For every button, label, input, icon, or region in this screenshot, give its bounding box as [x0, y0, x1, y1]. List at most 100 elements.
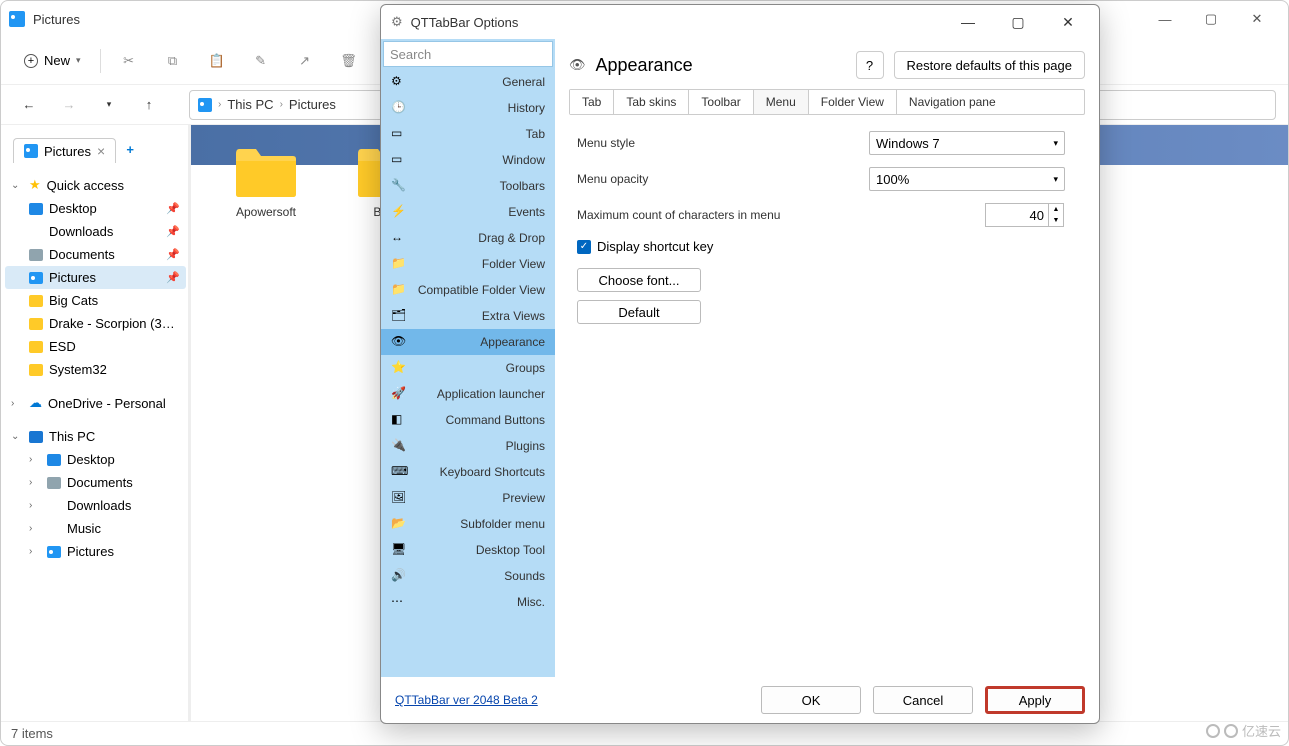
tree-onedrive[interactable]: › ☁ OneDrive - Personal [5, 391, 186, 415]
sidebar-item-toolbars[interactable]: 🔧Toolbars [381, 173, 555, 199]
rename-icon[interactable]: ✎ [241, 43, 281, 79]
dialog-minimize-button[interactable]: — [947, 8, 989, 36]
sidebar-item-window[interactable]: ▭Window [381, 147, 555, 173]
tree-item-pictures[interactable]: Pictures📌 [5, 266, 186, 289]
apply-button[interactable]: Apply [985, 686, 1085, 714]
sidebar-item-label: Command Buttons [446, 413, 545, 427]
spinner-down-icon[interactable]: ▼ [1049, 215, 1063, 226]
sidebar-item-desktop-tool[interactable]: 🖥Desktop Tool [381, 537, 555, 563]
version-link[interactable]: QTTabBar ver 2048 Beta 2 [395, 693, 749, 707]
tree-item-documents[interactable]: ›Documents [5, 471, 186, 494]
sidebar-item-icon: ⚡ [391, 204, 407, 220]
sidebar-item-icon: 🖥 [391, 542, 407, 558]
sub-tab-menu[interactable]: Menu [754, 90, 809, 114]
tree-quick-access[interactable]: ⌄ ★ Quick access [5, 173, 186, 197]
spinner-up-icon[interactable]: ▲ [1049, 204, 1063, 215]
breadcrumb-0[interactable]: This PC [227, 97, 273, 112]
search-input[interactable]: Search [383, 41, 553, 67]
tab-pictures[interactable]: Pictures × [13, 138, 116, 163]
sidebar-item-compatible-folder-view[interactable]: 📁Compatible Folder View [381, 277, 555, 303]
restore-defaults-button[interactable]: Restore defaults of this page [894, 51, 1086, 79]
tree-item-downloads[interactable]: Downloads📌 [5, 220, 186, 243]
sub-tab-tab[interactable]: Tab [570, 90, 614, 114]
sub-tab-navigation-pane[interactable]: Navigation pane [897, 90, 1008, 114]
sidebar-item-events[interactable]: ⚡Events [381, 199, 555, 225]
gear-icon: ⚙ [391, 14, 403, 30]
new-tab-button[interactable]: + [120, 139, 140, 159]
tab-close-icon[interactable]: × [97, 143, 105, 159]
sub-tab-tab-skins[interactable]: Tab skins [614, 90, 689, 114]
sidebar-item-label: Groups [506, 361, 545, 375]
help-button[interactable]: ? [856, 51, 884, 79]
tree-item-documents[interactable]: Documents📌 [5, 243, 186, 266]
sidebar-item-drag-drop[interactable]: ↔Drag & Drop [381, 225, 555, 251]
tree-item-desktop[interactable]: Desktop📌 [5, 197, 186, 220]
sidebar-item-general[interactable]: ⚙General [381, 69, 555, 95]
display-shortcut-checkbox[interactable]: ✓ [577, 240, 591, 254]
dialog-footer: QTTabBar ver 2048 Beta 2 OK Cancel Apply [381, 677, 1099, 723]
minimize-button[interactable]: — [1142, 4, 1188, 34]
folder-apowersoft[interactable]: Apowersoft [221, 139, 311, 219]
sidebar-item-appearance[interactable]: 👁Appearance [381, 329, 555, 355]
sidebar-item-application-launcher[interactable]: 🚀Application launcher [381, 381, 555, 407]
default-button[interactable]: Default [577, 300, 701, 324]
choose-font-button[interactable]: Choose font... [577, 268, 701, 292]
sidebar-item-subfolder-menu[interactable]: 📂Subfolder menu [381, 511, 555, 537]
cut-icon[interactable]: ✂ [109, 43, 149, 79]
close-button[interactable]: ✕ [1234, 4, 1280, 34]
watermark: 亿速云 [1206, 721, 1281, 740]
cancel-button[interactable]: Cancel [873, 686, 973, 714]
sidebar-item-label: History [508, 101, 545, 115]
tree-item-desktop[interactable]: ›Desktop [5, 448, 186, 471]
dialog-maximize-button[interactable]: ▢ [997, 8, 1039, 36]
paste-icon[interactable]: 📋 [197, 43, 237, 79]
folder-icon [231, 139, 301, 199]
sub-tab-toolbar[interactable]: Toolbar [689, 90, 753, 114]
tree-item-esd[interactable]: ESD [5, 335, 186, 358]
recent-dropdown[interactable]: ▾ [93, 91, 125, 119]
breadcrumb-1[interactable]: Pictures [289, 97, 336, 112]
tree-item-drake-scorpion-320-[interactable]: Drake - Scorpion (320) [5, 312, 186, 335]
address-icon [198, 98, 212, 112]
ok-button[interactable]: OK [761, 686, 861, 714]
sidebar-item-icon: ↔ [391, 230, 407, 246]
folder-icon [29, 318, 43, 330]
display-shortcut-label: Display shortcut key [597, 239, 713, 254]
tree-item-downloads[interactable]: ›Downloads [5, 494, 186, 517]
dialog-titlebar: ⚙ QTTabBar Options — ▢ ✕ [381, 5, 1099, 39]
sub-tab-folder-view[interactable]: Folder View [809, 90, 897, 114]
sidebar-item-misc-[interactable]: ⋯Misc. [381, 589, 555, 615]
new-button[interactable]: + New ▾ [13, 48, 92, 73]
sidebar-item-icon: 🔊 [391, 568, 407, 584]
forward-button[interactable]: → [53, 91, 85, 119]
dialog-close-button[interactable]: ✕ [1047, 8, 1089, 36]
menu-opacity-select[interactable]: 100% ▾ [869, 167, 1065, 191]
sidebar-item-extra-views[interactable]: 🗂Extra Views [381, 303, 555, 329]
tree-item-big-cats[interactable]: Big Cats [5, 289, 186, 312]
tree-this-pc[interactable]: ⌄ This PC [5, 425, 186, 448]
sidebar-item-tab[interactable]: ▭Tab [381, 121, 555, 147]
sidebar-item-command-buttons[interactable]: ◧Command Buttons [381, 407, 555, 433]
tree-item-system32[interactable]: System32 [5, 358, 186, 381]
share-icon[interactable]: ↗ [285, 43, 325, 79]
delete-icon[interactable]: 🗑 [329, 43, 369, 79]
sidebar-item-keyboard-shortcuts[interactable]: ⌨Keyboard Shortcuts [381, 459, 555, 485]
maximize-button[interactable]: ▢ [1188, 4, 1234, 34]
back-button[interactable]: ← [13, 91, 45, 119]
sidebar-item-plugins[interactable]: 🔌Plugins [381, 433, 555, 459]
sidebar-item-preview[interactable]: 🖼Preview [381, 485, 555, 511]
pc-icon [29, 431, 43, 443]
up-button[interactable]: ↑ [133, 91, 165, 119]
copy-icon[interactable]: ⧉ [153, 43, 193, 79]
tree-item-music[interactable]: ›Music [5, 517, 186, 540]
max-chars-input[interactable]: 40 ▲▼ [985, 203, 1049, 227]
tree-item-pictures[interactable]: ›Pictures [5, 540, 186, 563]
spinner[interactable]: ▲▼ [1048, 203, 1064, 227]
folder-icon [29, 341, 43, 353]
sidebar-item-folder-view[interactable]: 📁Folder View [381, 251, 555, 277]
menu-style-select[interactable]: Windows 7 ▾ [869, 131, 1065, 155]
pin-icon: 📌 [166, 248, 180, 261]
sidebar-item-history[interactable]: 🕒History [381, 95, 555, 121]
sidebar-item-groups[interactable]: ⭐Groups [381, 355, 555, 381]
sidebar-item-sounds[interactable]: 🔊Sounds [381, 563, 555, 589]
